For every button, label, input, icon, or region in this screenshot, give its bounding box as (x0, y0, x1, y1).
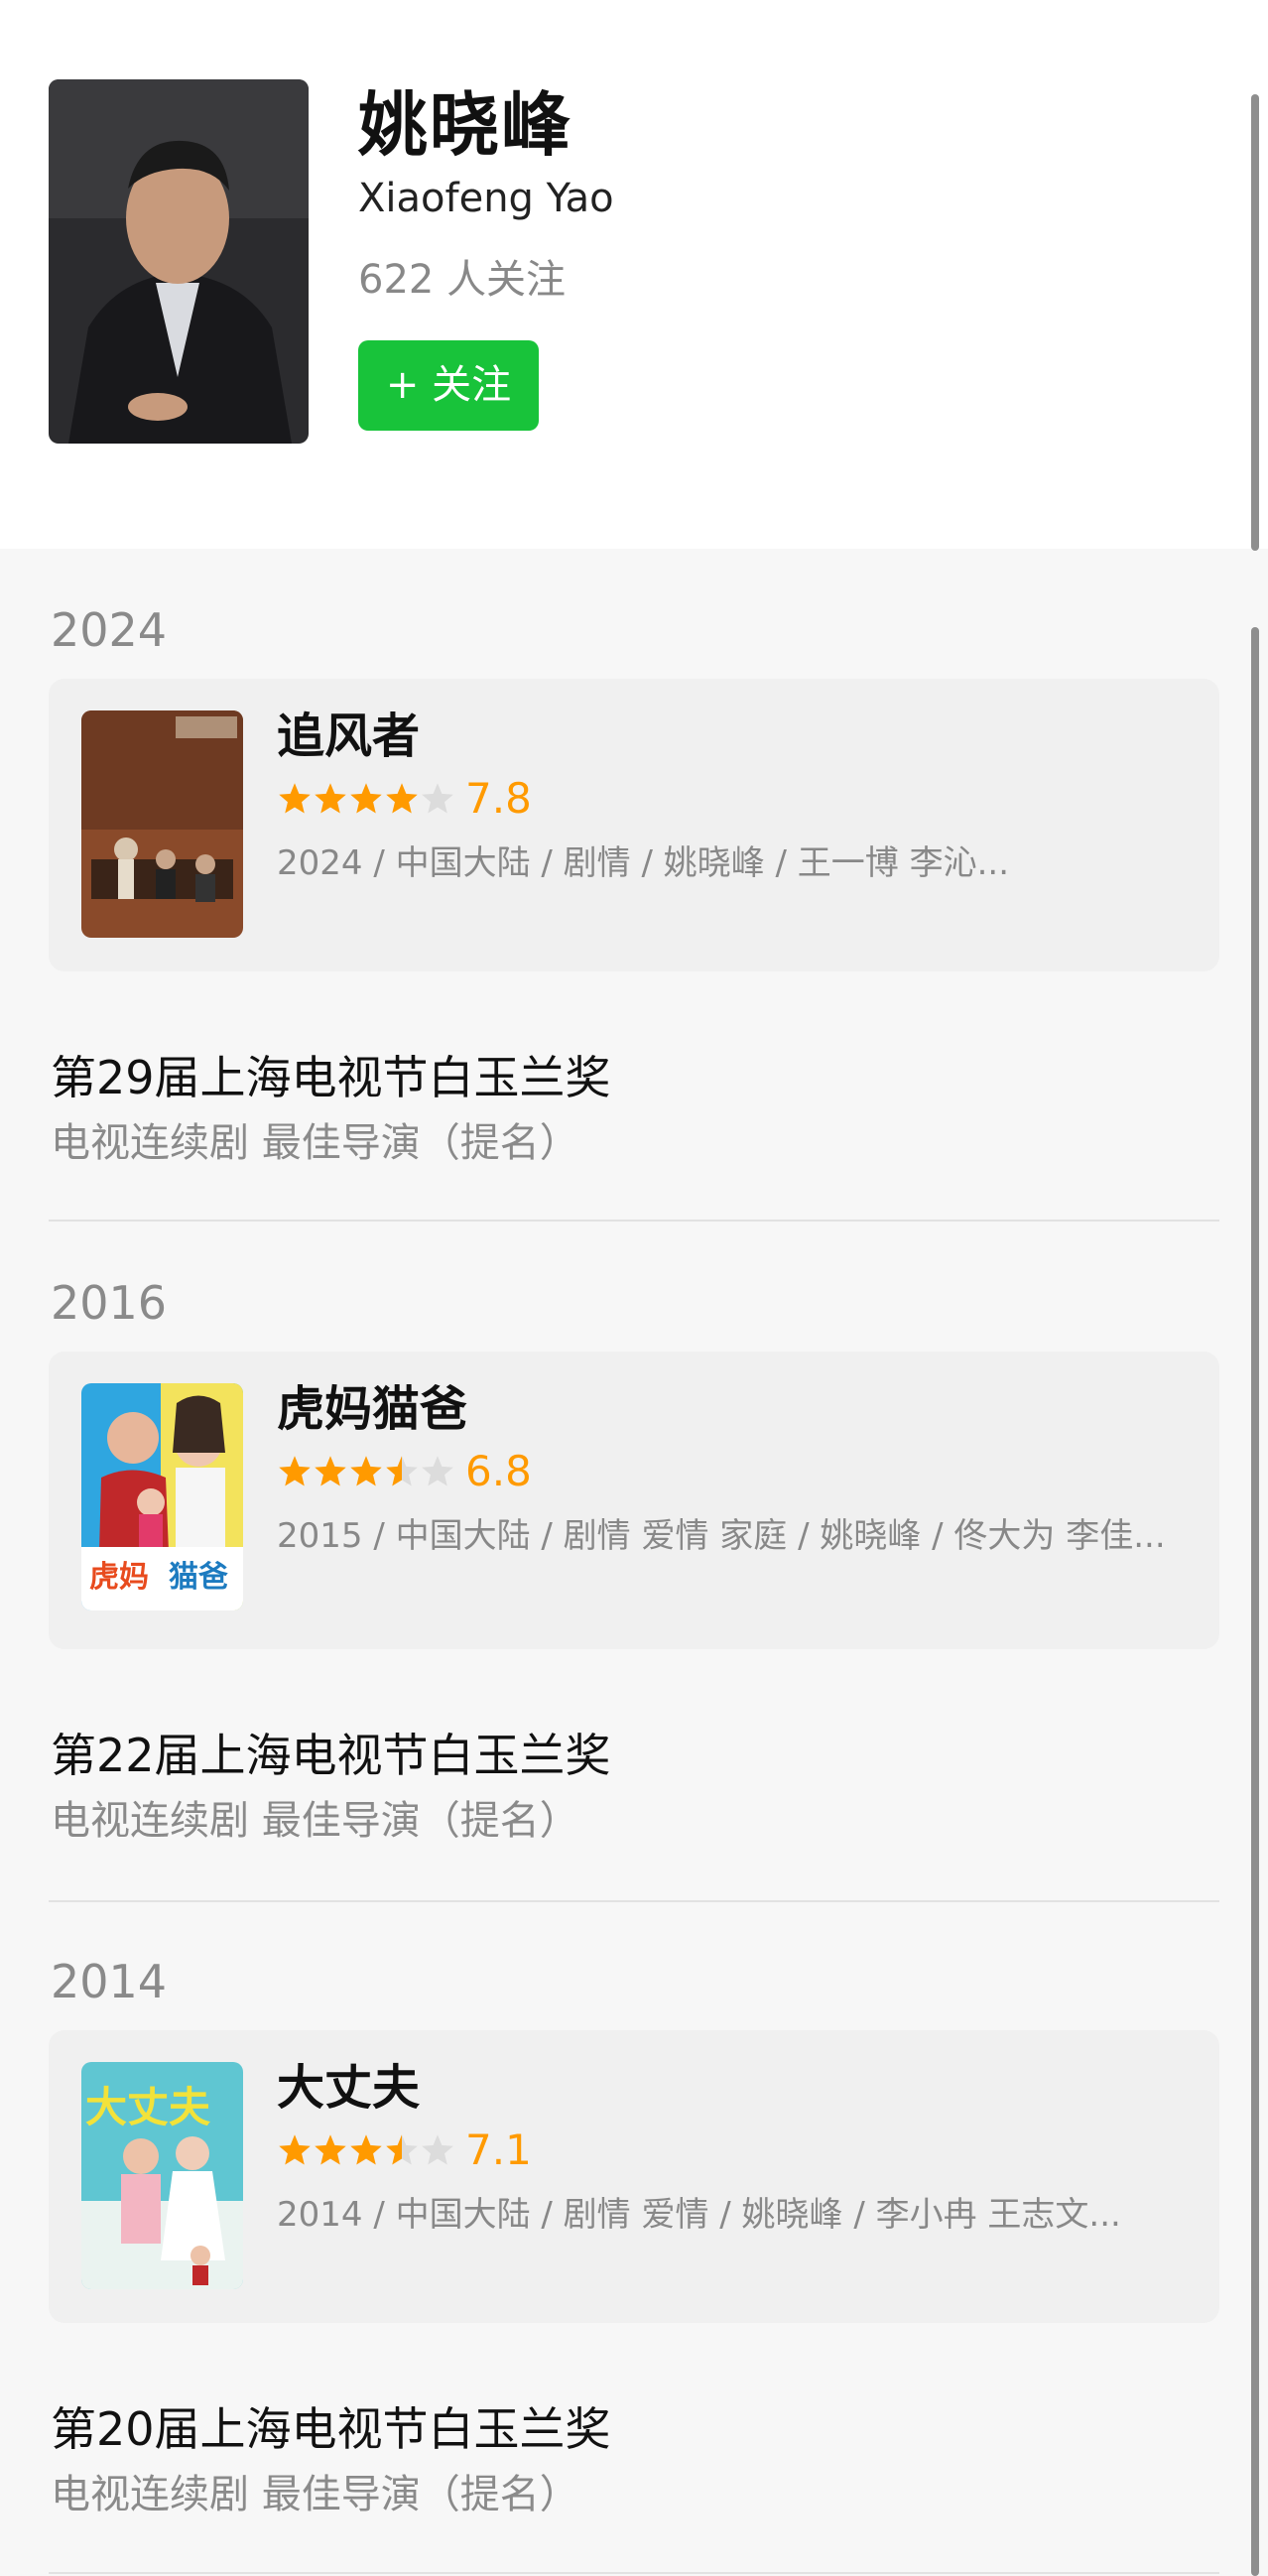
person-name-cn: 姚晓峰 (358, 84, 572, 166)
svg-text:大丈夫: 大丈夫 (85, 2083, 211, 2131)
award-section: 2014 大丈夫 大丈夫 7.1 2014 / 中国大陆 / 剧情 爱情 / 姚… (0, 1952, 1268, 2576)
star-full-icon (279, 783, 311, 814)
star-full-icon (279, 1456, 311, 1486)
star-full-icon (279, 2134, 311, 2165)
work-poster: 虎妈 猫爸 (81, 1383, 243, 1610)
svg-text:虎妈: 虎妈 (89, 1560, 149, 1595)
divider (49, 1900, 1219, 1902)
award-year: 2024 (51, 603, 168, 657)
work-poster (81, 710, 243, 938)
award-name: 第20届上海电视节白玉兰奖 (51, 2402, 611, 2456)
profile-header: 姚晓峰 Xiaofeng Yao 622 人关注 + 关注 (0, 0, 1268, 549)
rating-stars (277, 2132, 455, 2168)
award-year: 2016 (51, 1276, 168, 1330)
award-category: 电视连续剧 最佳导演（提名） (51, 1120, 579, 1166)
person-name-en: Xiaofeng Yao (358, 176, 614, 221)
divider (49, 1220, 1219, 1222)
star-full-icon (350, 783, 382, 814)
work-meta: 2024 / 中国大陆 / 剧情 / 姚晓峰 / 王一博 李沁... (277, 843, 1010, 883)
rating-stars (277, 781, 455, 817)
scrollbar[interactable] (1251, 94, 1259, 551)
star-full-icon (315, 1456, 346, 1486)
work-card[interactable]: 追风者 7.8 2024 / 中国大陆 / 剧情 / 姚晓峰 / 王一博 李沁.… (49, 679, 1219, 971)
award-category: 电视连续剧 最佳导演（提名） (51, 1798, 579, 1844)
work-title: 大丈夫 (277, 2060, 421, 2116)
page: 姚晓峰 Xiaofeng Yao 622 人关注 + 关注 2024 追风者 7… (0, 0, 1268, 2576)
svg-text:猫爸: 猫爸 (169, 1560, 228, 1595)
star-empty-icon (422, 2134, 453, 2165)
rating: 6.8 (277, 1447, 532, 1496)
rating-score: 7.8 (465, 774, 532, 823)
star-full-icon (315, 783, 346, 814)
award-name: 第29届上海电视节白玉兰奖 (51, 1051, 611, 1104)
star-full-icon (350, 1456, 382, 1486)
work-title: 虎妈猫爸 (277, 1381, 468, 1437)
work-title: 追风者 (277, 708, 421, 764)
award-section: 2016 虎妈 猫爸 虎妈猫爸 6.8 2015 / 中国大陆 / 剧情 爱情 … (0, 1273, 1268, 1908)
work-card[interactable]: 虎妈 猫爸 虎妈猫爸 6.8 2015 / 中国大陆 / 剧情 爱情 家庭 / … (49, 1352, 1219, 1649)
star-full-icon (386, 783, 418, 814)
rating-score: 6.8 (465, 1447, 532, 1495)
star-half-icon (386, 1456, 418, 1486)
star-empty-icon (422, 1456, 453, 1486)
work-card[interactable]: 大丈夫 大丈夫 7.1 2014 / 中国大陆 / 剧情 爱情 / 姚晓峰 / … (49, 2030, 1219, 2323)
avatar[interactable] (49, 79, 309, 444)
award-name: 第22届上海电视节白玉兰奖 (51, 1729, 611, 1782)
follow-button[interactable]: + 关注 (358, 340, 539, 431)
rating-stars (277, 1454, 455, 1489)
work-poster: 大丈夫 (81, 2062, 243, 2289)
award-section: 2024 追风者 7.8 2024 / 中国大陆 / 剧情 / 姚晓峰 / 王一… (0, 600, 1268, 1225)
star-full-icon (315, 2134, 346, 2165)
rating: 7.8 (277, 774, 532, 824)
star-half-icon (386, 2134, 418, 2165)
work-meta: 2015 / 中国大陆 / 剧情 爱情 家庭 / 姚晓峰 / 佟大为 李佳... (277, 1516, 1166, 1556)
rating: 7.1 (277, 2125, 532, 2175)
divider (49, 2572, 1219, 2574)
rating-score: 7.1 (465, 2125, 532, 2174)
star-full-icon (350, 2134, 382, 2165)
star-empty-icon (422, 783, 453, 814)
award-category: 电视连续剧 最佳导演（提名） (51, 2472, 579, 2517)
follower-count: 622 人关注 (358, 257, 567, 303)
work-meta: 2014 / 中国大陆 / 剧情 爱情 / 姚晓峰 / 李小冉 王志文... (277, 2195, 1121, 2235)
award-year: 2014 (51, 1955, 168, 2008)
